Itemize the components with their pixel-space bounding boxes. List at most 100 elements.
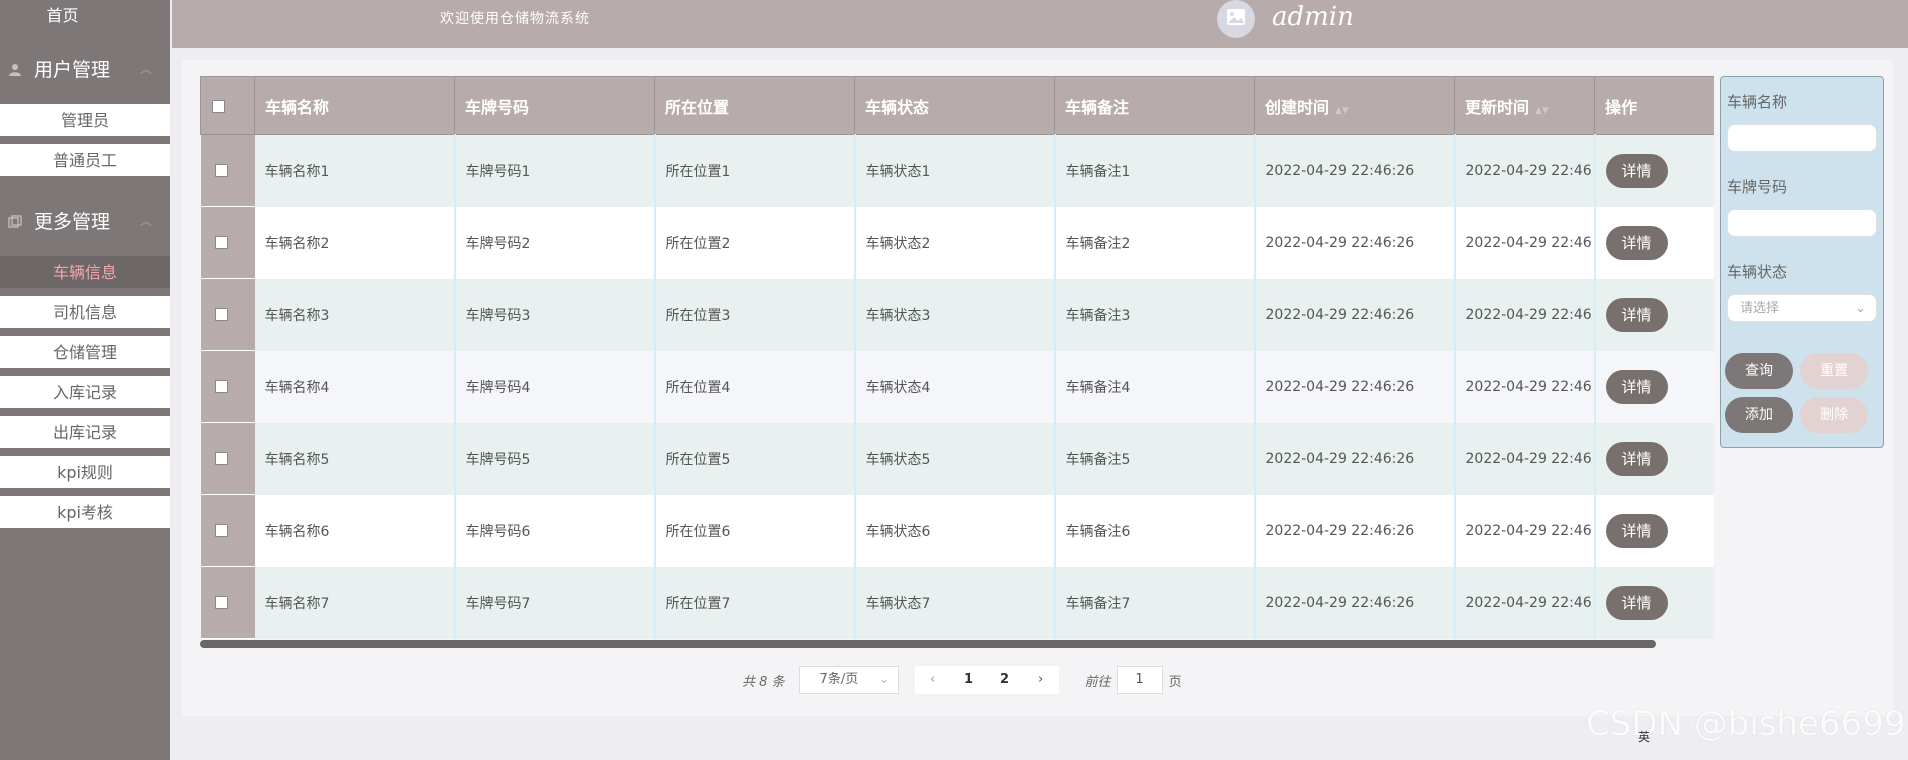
table-cell: 2022-04-29 22:46 (1454, 278, 1596, 351)
table-cell: 所在位置2 (654, 206, 856, 279)
table-cell: 车辆名称5 (254, 422, 456, 495)
welcome-text: 欢迎使用仓储物流系统 (440, 11, 590, 27)
table-cell: 车辆备注7 (1054, 566, 1256, 639)
select-all-checkbox[interactable] (212, 100, 225, 113)
page-number[interactable]: 1 (950, 666, 987, 694)
status-label: 车辆状态 (1727, 263, 1788, 281)
detail-button[interactable]: 详情 (1605, 369, 1668, 404)
row-checkbox-cell[interactable] (200, 278, 255, 351)
avatar[interactable] (1217, 0, 1255, 38)
table-cell: 车辆备注5 (1054, 422, 1256, 495)
action-cell: 详情 (1593, 566, 1714, 639)
watermark: CSDN @bishe6699 (1586, 704, 1906, 744)
image-icon (1226, 8, 1246, 30)
table-cell: 车牌号码5 (454, 422, 656, 495)
table-cell: 车辆状态4 (854, 350, 1056, 423)
add-button[interactable]: 添加 (1725, 397, 1793, 433)
plate-input[interactable] (1727, 209, 1877, 237)
row-checkbox-cell[interactable] (200, 350, 255, 423)
row-checkbox[interactable] (214, 524, 228, 537)
sidebar-group-user-label: 用户管理 (34, 58, 111, 81)
chevron-up-icon: ︿ (140, 213, 153, 228)
table-cell: 2022-04-29 22:46:26 (1254, 134, 1456, 207)
table-cell: 车牌号码1 (454, 134, 656, 207)
horizontal-scrollbar[interactable] (200, 640, 1656, 648)
detail-button[interactable]: 详情 (1605, 585, 1668, 620)
column-header: 车辆状态 (854, 76, 1055, 135)
select-all-checkbox-cell[interactable] (200, 76, 255, 135)
row-checkbox[interactable] (214, 596, 228, 609)
detail-button[interactable]: 详情 (1605, 225, 1668, 260)
row-checkbox[interactable] (214, 164, 228, 177)
table-cell: 车牌号码2 (454, 206, 656, 279)
detail-button[interactable]: 详情 (1605, 513, 1668, 548)
column-header-sortable[interactable]: 创建时间 ▲▼ (1254, 76, 1455, 135)
row-checkbox-cell[interactable] (200, 566, 255, 639)
table-cell: 车辆名称6 (254, 494, 456, 567)
goto-page-input[interactable]: 1 (1116, 666, 1163, 694)
sidebar-group-more[interactable]: 更多管理 ︿ (0, 184, 170, 256)
row-checkbox[interactable] (214, 380, 228, 393)
goto-label: 前往 (1084, 674, 1111, 690)
sidebar-item-inbound[interactable]: 入库记录 (0, 376, 170, 408)
table-header-row: 车辆名称 车牌号码 所在位置 车辆状态 车辆备注 创建时间 ▲▼ 更新时间 ▲▼ 操… (200, 76, 1714, 135)
column-header-sortable[interactable]: 更新时间 ▲▼ (1454, 76, 1595, 135)
table-cell: 2022-04-29 22:46:26 (1254, 350, 1456, 423)
table-cell: 车辆名称2 (254, 206, 456, 279)
row-checkbox-cell[interactable] (200, 134, 255, 207)
table-cell: 车牌号码3 (454, 278, 656, 351)
reset-button[interactable]: 重置 (1800, 353, 1869, 389)
sidebar-item-warehouse[interactable]: 仓储管理 (0, 336, 170, 368)
top-header: 欢迎使用仓储物流系统 admin (172, 0, 1908, 48)
action-cell: 详情 (1593, 422, 1714, 495)
table-cell: 车牌号码7 (454, 566, 656, 639)
sidebar-item-staff[interactable]: 普通员工 (0, 144, 170, 176)
delete-button[interactable]: 删除 (1800, 397, 1869, 433)
name-input[interactable] (1727, 124, 1877, 152)
detail-button[interactable]: 详情 (1605, 297, 1668, 332)
page-size-select[interactable]: 7条/页 ⌄ (798, 666, 899, 694)
sort-icon[interactable]: ▲▼ (1335, 106, 1349, 116)
sidebar-item-kpi-review[interactable]: kpi考核 (0, 496, 170, 528)
chevron-down-icon: ⌄ (878, 672, 890, 687)
table-cell: 车牌号码6 (454, 494, 656, 567)
sidebar-group-user[interactable]: 用户管理 ︿ (0, 32, 170, 104)
row-checkbox-cell[interactable] (200, 494, 255, 567)
table-cell: 车辆备注2 (1054, 206, 1256, 279)
table-cell: 车辆状态6 (854, 494, 1056, 567)
page-unit-label: 页 (1168, 674, 1182, 690)
column-header-label: 更新时间 (1465, 97, 1530, 117)
sidebar-item-admin[interactable]: 管理员 (0, 104, 170, 136)
sidebar-item-outbound[interactable]: 出库记录 (0, 416, 170, 448)
query-button[interactable]: 查询 (1725, 353, 1793, 389)
sidebar: 首页 用户管理 ︿ 管理员 普通员工 更多管理 ︿ 车辆信息 司机信息 仓储管理… (0, 0, 170, 760)
username[interactable]: admin (1272, 2, 1354, 32)
column-header-label: 创建时间 (1265, 97, 1330, 117)
name-label: 车辆名称 (1727, 93, 1788, 111)
detail-button[interactable]: 详情 (1605, 153, 1668, 188)
table-row: 车辆名称2 车牌号码2 所在位置2 车辆状态2 车辆备注2 2022-04-29 22:4… (200, 206, 1714, 279)
row-checkbox[interactable] (214, 452, 228, 465)
row-checkbox-cell[interactable] (200, 422, 255, 495)
sort-icon[interactable]: ▲▼ (1535, 106, 1549, 116)
prev-page-button[interactable]: ‹ (914, 666, 951, 694)
sidebar-item-vehicle[interactable]: 车辆信息 (0, 256, 170, 288)
detail-button[interactable]: 详情 (1605, 441, 1668, 476)
row-checkbox[interactable] (214, 308, 228, 321)
table-cell: 所在位置6 (654, 494, 856, 567)
pagination: 共 8 条 7条/页 ⌄ ‹ 1 2 › 前往 1 页 (742, 666, 1182, 694)
sidebar-item-driver[interactable]: 司机信息 (0, 296, 170, 328)
chevron-up-icon: ︿ (140, 61, 153, 76)
sidebar-item-kpi-rules[interactable]: kpi规则 (0, 456, 170, 488)
table-row: 车辆名称4 车牌号码4 所在位置4 车辆状态4 车辆备注4 2022-04-29 22:4… (200, 350, 1714, 423)
row-checkbox[interactable] (214, 236, 228, 249)
sidebar-item-home[interactable]: 首页 (0, 0, 125, 32)
status-select[interactable]: 请选择 ⌄ (1727, 294, 1877, 322)
table-cell: 车辆备注1 (1054, 134, 1256, 207)
row-checkbox-cell[interactable] (200, 206, 255, 279)
table-cell: 车辆名称1 (254, 134, 456, 207)
table-cell: 所在位置4 (654, 350, 856, 423)
action-cell: 详情 (1593, 206, 1714, 279)
page-number[interactable]: 2 (986, 666, 1023, 694)
next-page-button[interactable]: › (1022, 666, 1059, 694)
